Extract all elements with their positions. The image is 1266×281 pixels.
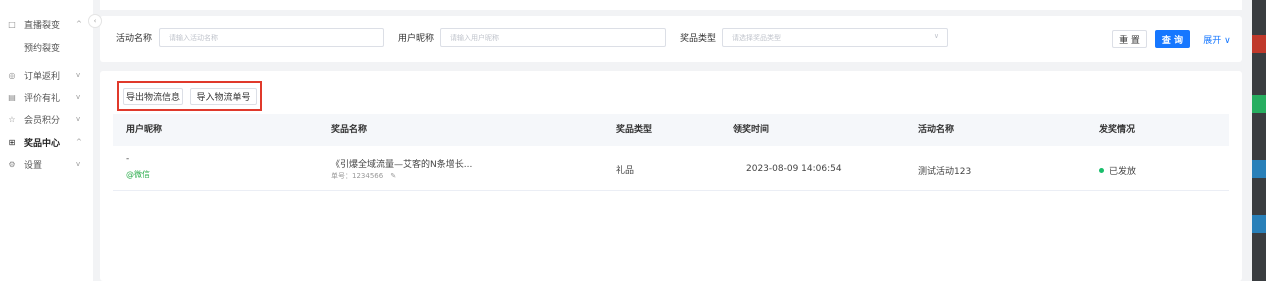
- sidebar-collapse-button[interactable]: ‹: [88, 14, 102, 28]
- status-badge: 已发放: [1099, 164, 1136, 177]
- logistics-action-group: 导出物流信息 导入物流单号: [117, 81, 262, 111]
- user-nickname-label: 用户昵称: [398, 34, 435, 44]
- sidebar-item-label: 订单返利: [24, 71, 61, 82]
- chevron-down-icon: v: [76, 160, 81, 168]
- order-number-text: 单号：1234566: [331, 172, 384, 180]
- gift-icon: ⊞: [8, 137, 16, 147]
- app-thumbnail: [1252, 95, 1266, 113]
- sidebar-item-review-gift[interactable]: ▤ 评价有礼 v: [0, 87, 93, 107]
- app-thumbnail: [1252, 35, 1266, 53]
- column-header: 领奖时间: [733, 125, 770, 135]
- table-header: 用户昵称 奖品名称 奖品类型 领奖时间 活动名称 发奖情况: [113, 114, 1229, 146]
- prize-type-select[interactable]: ∨: [722, 28, 948, 47]
- order-number: 单号：1234566 ✎: [331, 171, 396, 181]
- edit-icon[interactable]: ✎: [390, 172, 396, 180]
- activity-name-label: 活动名称: [116, 34, 153, 44]
- expand-button[interactable]: 展开 ∨: [1197, 30, 1237, 48]
- chevron-up-icon: ^: [76, 20, 82, 28]
- prize-type: 礼品: [616, 166, 635, 176]
- user-nickname-field[interactable]: [440, 28, 666, 47]
- status-text: 已发放: [1109, 167, 1137, 177]
- user-nickname: -: [126, 154, 130, 164]
- prize-type-label: 奖品类型: [680, 34, 717, 44]
- sidebar-item-settings[interactable]: ⚙ 设置 v: [0, 154, 93, 174]
- star-icon: ☆: [8, 114, 16, 124]
- sidebar-item-label: 评价有礼: [24, 93, 61, 104]
- right-edge-strip: [1252, 0, 1266, 281]
- prize-type-input[interactable]: [723, 29, 947, 46]
- activity-name-field[interactable]: [159, 28, 384, 47]
- sidebar-item-booking-fission[interactable]: 预约裂变: [0, 37, 93, 57]
- sidebar-item-order-rebate[interactable]: ◎ 订单返利 v: [0, 65, 93, 85]
- top-strip: [100, 0, 1242, 10]
- column-header: 奖品类型: [616, 125, 653, 135]
- prize-name: 《引爆全域流量—艾客的N条增长...: [331, 160, 473, 170]
- column-header: 活动名称: [918, 125, 955, 135]
- wechat-channel-tag: @微信: [126, 170, 150, 179]
- status-dot-icon: [1099, 168, 1104, 173]
- sidebar-item-label: 直播裂变: [24, 20, 61, 31]
- chevron-down-icon: v: [76, 71, 81, 79]
- column-header: 发奖情况: [1099, 125, 1136, 135]
- prize-table-panel: 导出物流信息 导入物流单号 用户昵称 奖品名称 奖品类型 领奖时间 活动名称 发…: [100, 71, 1242, 281]
- coin-icon: ◎: [8, 70, 16, 80]
- chevron-left-icon: ‹: [93, 17, 97, 25]
- gear-icon: ⚙: [8, 159, 16, 169]
- square-icon: □: [8, 19, 16, 29]
- column-header: 奖品名称: [331, 125, 368, 135]
- sidebar-item-label: 会员积分: [24, 115, 61, 126]
- reset-button[interactable]: 重 置: [1112, 30, 1147, 48]
- sidebar-item-live-fission[interactable]: □ 直播裂变 ^: [0, 14, 93, 34]
- column-header: 用户昵称: [126, 125, 163, 135]
- sidebar-item-member-points[interactable]: ☆ 会员积分 v: [0, 109, 93, 129]
- sidebar-item-label: 预约裂变: [24, 43, 61, 54]
- user-nickname-input[interactable]: [441, 29, 665, 46]
- chevron-down-icon: v: [76, 93, 81, 101]
- sidebar-item-label: 设置: [24, 160, 43, 171]
- table-row: - @微信 《引爆全域流量—艾客的N条增长... 单号：1234566 ✎ 礼品…: [113, 146, 1229, 191]
- import-tracking-button[interactable]: 导入物流单号: [190, 88, 257, 105]
- activity-name-input[interactable]: [160, 29, 383, 46]
- export-logistics-button[interactable]: 导出物流信息: [123, 88, 183, 105]
- chevron-down-icon: v: [76, 115, 81, 123]
- app-thumbnail: [1252, 215, 1266, 233]
- document-icon: ▤: [8, 92, 16, 102]
- chevron-up-icon: ^: [76, 138, 82, 146]
- activity-name: 测试活动123: [918, 167, 972, 177]
- app-thumbnail: [1252, 160, 1266, 178]
- sidebar: □ 直播裂变 ^ 预约裂变 ◎ 订单返利 v ▤ 评价有礼 v ☆ 会员积分 v…: [0, 0, 93, 281]
- chevron-down-icon: ∨: [933, 32, 939, 40]
- sidebar-item-label: 奖品中心: [24, 138, 61, 149]
- filter-panel: 活动名称 用户昵称 奖品类型 ∨ 重 置 查 询 展开 ∨: [100, 16, 1242, 62]
- query-button[interactable]: 查 询: [1155, 30, 1190, 48]
- sidebar-item-prize-center[interactable]: ⊞ 奖品中心 ^: [0, 132, 93, 152]
- claim-time: 2023-08-09 14:06:54: [746, 164, 842, 174]
